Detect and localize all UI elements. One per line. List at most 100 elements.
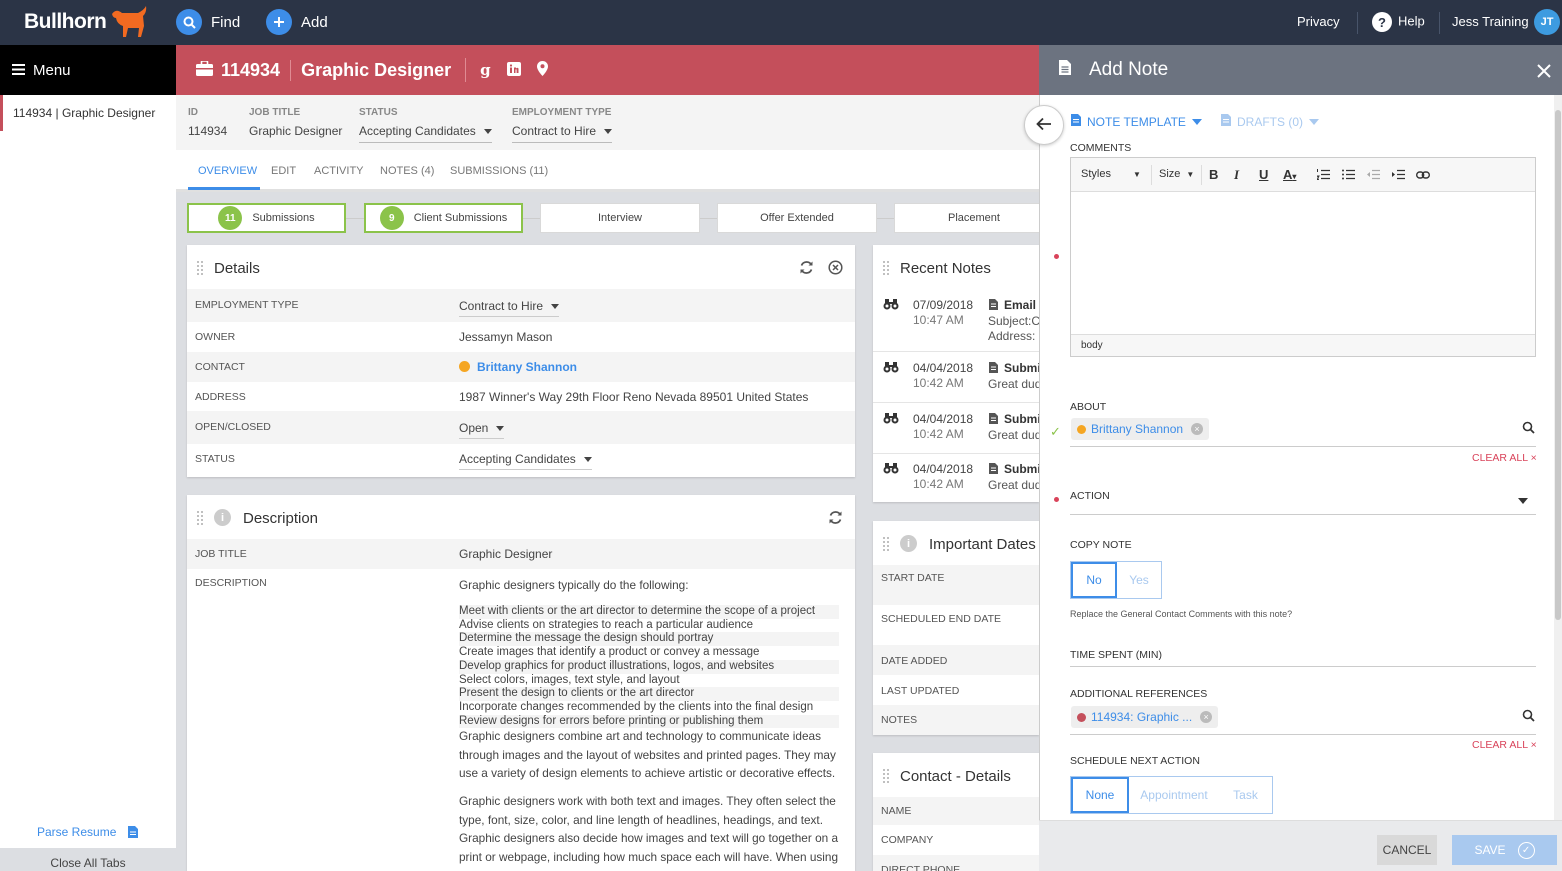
google-icon[interactable]: g [480, 61, 491, 79]
chip-label: Brittany Shannon [1091, 422, 1184, 436]
size-label: Size [1159, 168, 1181, 180]
open-closed-select[interactable]: Open [459, 421, 505, 439]
bullhorn-logo[interactable]: Bullhorn [24, 10, 107, 34]
about-underline [1070, 446, 1536, 447]
action-select[interactable] [1070, 514, 1536, 515]
pipeline-placement[interactable]: Placement [894, 203, 1054, 233]
description-label: DESCRIPTION [195, 577, 267, 589]
outdent-icon[interactable] [1367, 168, 1380, 183]
bold-icon[interactable]: B [1209, 167, 1218, 182]
pipeline-submissions[interactable]: 11 Submissions [187, 203, 346, 233]
list-item[interactable]: 04/04/2018 10:42 AM Submi Great dud [873, 453, 1039, 502]
help-button[interactable]: ? Help [1372, 12, 1425, 32]
refresh-icon[interactable] [799, 260, 814, 278]
drag-handle[interactable] [882, 768, 890, 784]
reference-chip[interactable]: 114934: Graphic ... × [1071, 706, 1219, 728]
bullet-list-icon[interactable] [1342, 168, 1355, 183]
remove-chip-icon[interactable]: × [1200, 711, 1213, 723]
menu-button[interactable]: Menu [0, 45, 176, 95]
linkedin-icon[interactable] [506, 61, 521, 79]
close-all-tabs-button[interactable]: Close All Tabs [0, 848, 176, 871]
contact-link[interactable]: Brittany Shannon [459, 360, 577, 374]
note-time: 10:42 AM [913, 477, 964, 491]
pipeline-offer-extended[interactable]: Offer Extended [717, 203, 877, 233]
back-button[interactable] [1024, 105, 1064, 145]
add-note-header: Add Note [1039, 45, 1562, 95]
styles-dropdown[interactable]: Styles ▼ [1081, 168, 1141, 180]
close-icon: × [1530, 739, 1537, 751]
privacy-link[interactable]: Privacy [1297, 14, 1340, 29]
numbered-list-icon[interactable] [1316, 168, 1330, 183]
drag-handle[interactable] [882, 260, 890, 276]
tab-overview[interactable]: OVERVIEW [198, 165, 257, 177]
list-item[interactable]: 04/04/2018 10:42 AM Submi Great dud [873, 403, 1039, 454]
open-record-tab[interactable]: 114934 | Graphic Designer [0, 95, 176, 131]
avatar[interactable]: JT [1534, 9, 1560, 35]
note-template-dropdown[interactable]: NOTE TEMPLATE [1071, 114, 1202, 129]
save-button[interactable]: SAVE ✓ [1452, 835, 1557, 865]
tab-submissions[interactable]: SUBMISSIONS (11) [450, 165, 548, 177]
about-chip[interactable]: Brittany Shannon × [1071, 418, 1210, 440]
drafts-dropdown[interactable]: DRAFTS (0) [1221, 114, 1319, 129]
chevron-down-icon [483, 129, 492, 135]
status-dropdown[interactable]: Accepting Candidates [359, 124, 492, 143]
schedule-appointment-button[interactable]: Appointment [1129, 777, 1219, 813]
list-item[interactable]: 07/09/2018 10:47 AM Email Subject:Cl Add… [873, 289, 1039, 352]
find-button[interactable]: Find [176, 8, 240, 36]
close-icon[interactable] [1537, 62, 1551, 84]
scrollbar-thumb[interactable] [1555, 110, 1561, 620]
important-dates-card: i Important Dates START DATE SCHEDULED E… [873, 521, 1039, 735]
list-item: Advise clients on strategies to reach a … [459, 618, 754, 631]
tab-activity[interactable]: ACTIVITY [314, 165, 364, 177]
chevron-down-icon[interactable] [1518, 498, 1528, 504]
text-color-icon[interactable]: A▾ [1283, 167, 1296, 182]
note-subject: Great dud [988, 377, 1039, 391]
refresh-icon[interactable] [828, 510, 843, 528]
drag-handle[interactable] [196, 260, 204, 276]
clear-all-label: CLEAR ALL [1472, 452, 1528, 464]
schedule-task-button[interactable]: Task [1219, 777, 1272, 813]
card-title: Description [243, 510, 319, 527]
status-select[interactable]: Accepting Candidates [459, 452, 592, 470]
pipeline-client-submissions[interactable]: 9 Client Submissions [364, 203, 523, 233]
status-label: STATUS [359, 107, 398, 118]
list-item: Develop graphics for product illustratio… [459, 659, 839, 674]
tab-edit[interactable]: EDIT [271, 165, 296, 177]
copy-no-button[interactable]: No [1071, 562, 1117, 598]
note-time: 10:42 AM [913, 427, 964, 441]
add-button[interactable]: Add [266, 8, 328, 36]
time-spent-input[interactable] [1070, 666, 1536, 667]
remove-chip-icon[interactable]: × [1191, 423, 1204, 435]
employment-type-dropdown[interactable]: Contract to Hire [512, 124, 613, 143]
search-icon[interactable] [1522, 421, 1535, 437]
cancel-button[interactable]: CANCEL [1377, 835, 1437, 865]
comments-editor[interactable]: Styles ▼ Size ▼ B I U A▾ body [1070, 157, 1536, 357]
drag-handle[interactable] [882, 536, 890, 552]
clear-all-references-button[interactable]: CLEAR ALL × [1472, 739, 1537, 751]
clear-all-about-button[interactable]: CLEAR ALL × [1472, 452, 1537, 464]
underline-icon[interactable]: U [1259, 167, 1268, 182]
indent-icon[interactable] [1392, 168, 1405, 183]
toolbar-divider [1201, 165, 1202, 185]
user-menu[interactable]: Jess Training [1452, 14, 1529, 29]
record-tabs: OVERVIEW EDIT ACTIVITY NOTES (4) SUBMISS… [176, 150, 1040, 192]
tab-notes[interactable]: NOTES (4) [380, 165, 434, 177]
map-pin-icon[interactable] [536, 61, 548, 79]
italic-icon[interactable]: I [1234, 167, 1239, 183]
search-icon[interactable] [1522, 709, 1535, 725]
copy-yes-button[interactable]: Yes [1117, 562, 1161, 598]
drag-handle[interactable] [196, 510, 204, 526]
parse-resume-link[interactable]: Parse Resume [37, 825, 138, 841]
link-icon[interactable] [1415, 168, 1431, 183]
schedule-none-button[interactable]: None [1071, 777, 1129, 813]
size-dropdown[interactable]: Size ▼ [1159, 168, 1194, 180]
detail-value: Jessamyn Mason [459, 330, 553, 344]
list-item[interactable]: 04/04/2018 10:42 AM Submi Great dud [873, 352, 1039, 403]
styles-label: Styles [1081, 168, 1111, 180]
employment-type-select[interactable]: Contract to Hire [459, 299, 560, 317]
note-type: Submi [1004, 462, 1039, 476]
panel-footer: CANCEL SAVE ✓ [1039, 820, 1562, 871]
pipeline-interview[interactable]: Interview [540, 203, 700, 233]
plus-icon [266, 9, 292, 35]
close-circle-icon[interactable] [828, 260, 843, 278]
